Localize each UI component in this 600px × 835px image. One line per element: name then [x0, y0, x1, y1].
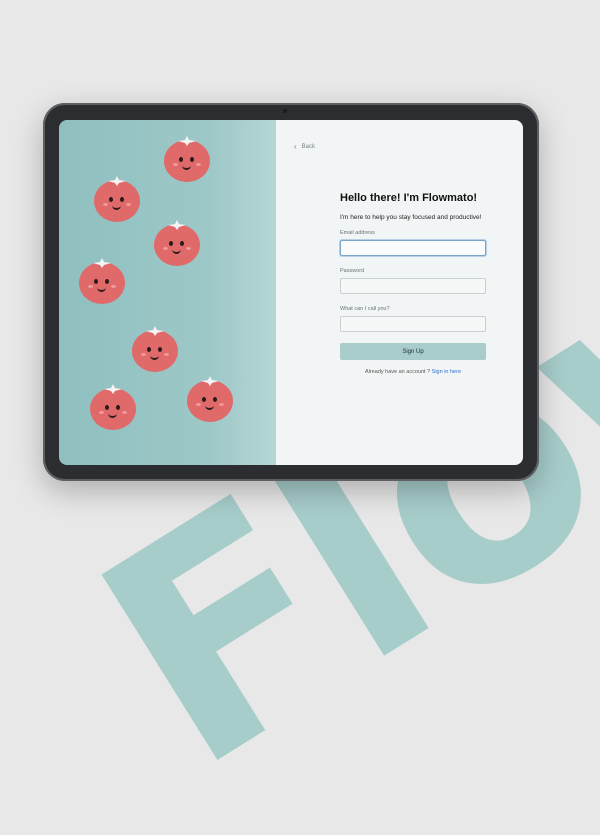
tomato-illustration — [164, 136, 210, 182]
app-screen: ‹ Back Hello there! I'm Flowmato! I'm he… — [59, 120, 523, 465]
password-field[interactable] — [340, 278, 486, 294]
illustration-panel — [59, 120, 276, 465]
email-label: Email address — [340, 230, 375, 236]
password-label: Password — [340, 268, 365, 274]
chevron-left-icon: ‹ — [294, 142, 297, 151]
signup-form: Hello there! I'm Flowmato! I'm here to h… — [340, 192, 486, 375]
back-link[interactable]: ‹ Back — [294, 142, 315, 151]
tablet-frame: ‹ Back Hello there! I'm Flowmato! I'm he… — [43, 103, 539, 481]
signin-prompt: Already have an account ? Sign in here — [340, 369, 486, 375]
nickname-label: What can I call you? — [340, 306, 390, 312]
tomato-illustration — [154, 220, 200, 266]
tomato-illustration — [187, 376, 233, 422]
sign-up-button[interactable]: Sign Up — [340, 343, 486, 360]
sign-in-link[interactable]: Sign in here — [432, 369, 461, 375]
camera-dot — [283, 109, 287, 113]
back-label: Back — [301, 143, 316, 150]
signup-panel: ‹ Back Hello there! I'm Flowmato! I'm he… — [276, 120, 523, 465]
tomato-illustration — [79, 258, 125, 304]
signin-prompt-text: Already have an account ? — [364, 369, 431, 375]
page-title: Hello there! I'm Flowmato! — [340, 192, 478, 204]
tomato-illustration — [132, 326, 178, 372]
page-subtitle: I'm here to help you stay focused and pr… — [340, 214, 482, 221]
tomato-illustration — [90, 384, 136, 430]
email-field[interactable] — [340, 240, 486, 256]
nickname-field[interactable] — [340, 316, 486, 332]
tomato-illustration — [94, 176, 140, 222]
